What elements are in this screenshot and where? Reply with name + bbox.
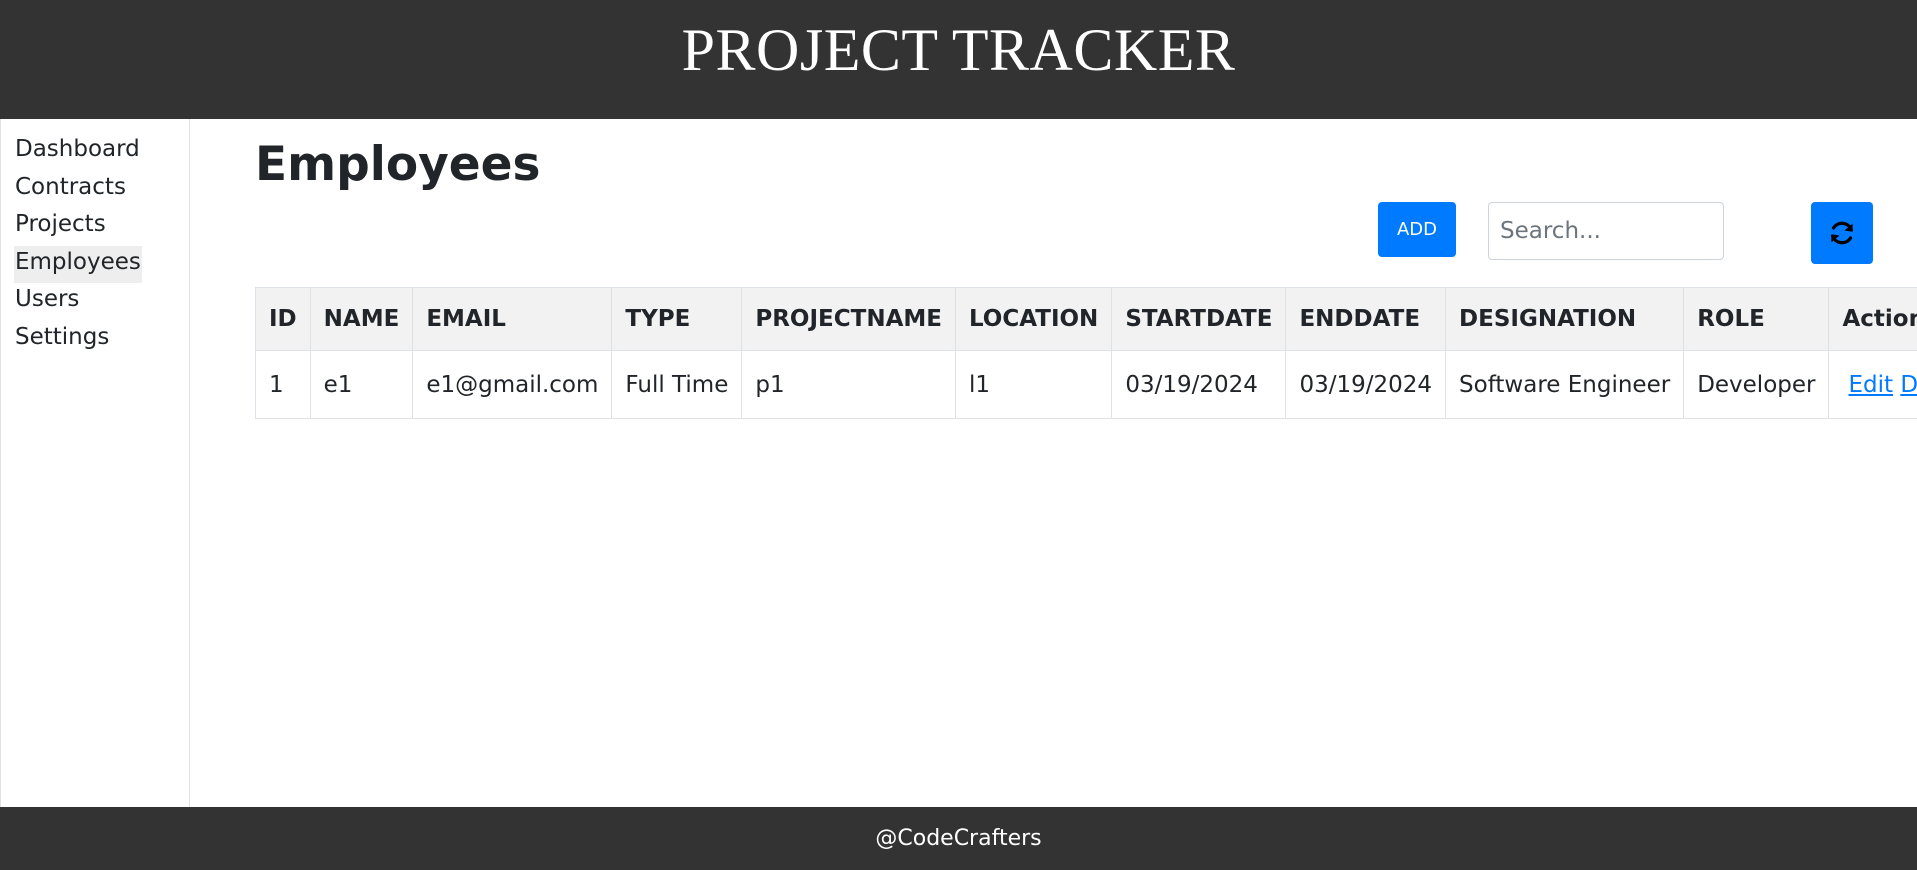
column-header-projectname: PROJECTNAME [741, 287, 956, 351]
cell-id: 1 [255, 350, 311, 419]
column-header-type: TYPE [611, 287, 743, 351]
delete-link[interactable]: Delete [1900, 372, 1917, 398]
sidebar: Dashboard Contracts Projects Employees U… [0, 119, 190, 807]
sidebar-item-settings[interactable]: Settings [14, 321, 110, 359]
sidebar-item-dashboard[interactable]: Dashboard [14, 133, 141, 171]
add-button[interactable]: ADD [1378, 202, 1456, 257]
cell-actions: Edit Delete [1828, 350, 1917, 419]
app-footer: @CodeCrafters [0, 807, 1917, 870]
column-header-actions: Actions [1828, 287, 1917, 351]
sidebar-item-employees[interactable]: Employees [14, 245, 142, 283]
sidebar-item-users[interactable]: Users [14, 283, 80, 321]
column-header-location: LOCATION [954, 287, 1113, 351]
refresh-icon [1831, 221, 1853, 245]
column-header-name: NAME [309, 287, 414, 351]
table-row: 1 e1 e1@gmail.com Full Time p1 l1 03/19/… [255, 350, 1917, 419]
footer-text: @CodeCrafters [875, 826, 1042, 851]
cell-location: l1 [954, 350, 1113, 419]
column-header-id: ID [255, 287, 311, 351]
cell-type: Full Time [611, 350, 743, 419]
employees-table: ID NAME EMAIL TYPE PROJECTNAME LOCATION … [255, 287, 1917, 419]
page-title: Employees [255, 137, 541, 192]
cell-startdate: 03/19/2024 [1111, 350, 1287, 419]
column-header-enddate: ENDDATE [1285, 287, 1447, 351]
cell-name: e1 [309, 350, 414, 419]
search-input[interactable] [1488, 202, 1724, 260]
table-header-row: ID NAME EMAIL TYPE PROJECTNAME LOCATION … [255, 287, 1917, 351]
cell-projectname: p1 [741, 350, 956, 419]
column-header-startdate: STARTDATE [1111, 287, 1287, 351]
app-title: PROJECT TRACKER [681, 17, 1236, 83]
column-header-email: EMAIL [412, 287, 613, 351]
sidebar-item-projects[interactable]: Projects [14, 208, 107, 246]
cell-designation: Software Engineer [1445, 350, 1685, 419]
app-header: PROJECT TRACKER [0, 0, 1917, 119]
column-header-role: ROLE [1683, 287, 1830, 351]
sidebar-item-contracts[interactable]: Contracts [14, 171, 127, 209]
edit-link[interactable]: Edit [1848, 372, 1893, 398]
main-content: Employees ADD ID NAME EMAIL TYPE PROJECT… [255, 119, 1917, 807]
cell-enddate: 03/19/2024 [1285, 350, 1447, 419]
column-header-designation: DESIGNATION [1445, 287, 1685, 351]
refresh-button[interactable] [1811, 202, 1873, 264]
cell-role: Developer [1683, 350, 1830, 419]
cell-email: e1@gmail.com [412, 350, 613, 419]
